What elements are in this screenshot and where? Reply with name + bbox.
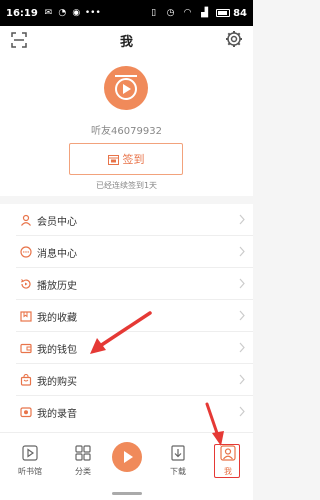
battery-level: 84 [233,7,247,19]
signin-streak: 已经连续签到1天 [95,181,158,190]
tab-categories[interactable]: 分类 [58,433,108,489]
vip-icon [21,214,31,226]
purchase-icon [20,374,32,386]
menu-item-vip[interactable]: 会员中心 [0,204,253,236]
chevron-right-icon [239,310,245,321]
menu-item-label: 我的购买 [37,376,77,388]
tab-label: 分类 [75,467,91,476]
chevron-right-icon [239,214,245,225]
menu-list: 会员中心 消息中心 播放历史 我的收藏 我的钱包 我的购买 我的录音 [0,204,253,432]
play-button[interactable] [112,442,142,472]
favorite-icon [20,311,32,322]
home-indicator[interactable] [112,492,142,495]
vibrate-icon: ▯ [151,7,157,18]
signal-icon: ▟ [201,7,209,18]
menu-item-label: 播放历史 [37,280,77,292]
avatar[interactable] [104,66,148,110]
signin-label: 签到 [122,153,145,166]
menu-item-label: 会员中心 [37,216,77,228]
menu-item-label: 我的收藏 [37,312,77,324]
tab-me[interactable]: 我 [203,433,253,489]
tab-library[interactable]: 听书馆 [5,433,55,489]
chevron-right-icon [239,246,245,257]
tab-downloads[interactable]: 下载 [153,433,203,489]
play-icon [124,451,133,463]
tab-label: 我 [224,467,232,476]
chevron-right-icon [239,406,245,417]
chevron-right-icon [239,342,245,353]
battery-icon [216,9,231,17]
wallet-icon [20,343,32,354]
signin-button[interactable]: 签到 [69,143,183,175]
status-bar: 16:19 ✉ ◔ ◉ ••• ▯ ◷ ◠ ▟ 84 [0,0,253,26]
recording-icon [20,407,32,418]
menu-item-label: 消息中心 [37,248,77,260]
app-icon: ◔ [58,7,67,18]
grid-icon [75,445,91,461]
calendar-icon [107,154,119,165]
chevron-right-icon [239,278,245,289]
scan-icon[interactable] [10,31,28,49]
menu-item-messages[interactable]: 消息中心 [0,236,253,268]
menu-item-favorites[interactable]: 我的收藏 [0,300,253,332]
wifi-icon: ◠ [183,7,192,18]
baidu-icon: ◉ [72,7,81,18]
app-logo-icon [115,75,137,100]
menu-item-history[interactable]: 播放历史 [0,268,253,300]
menu-item-wallet[interactable]: 我的钱包 [0,332,253,364]
history-icon [20,279,31,289]
more-icon: ••• [84,7,101,18]
notification-icon: ✉ [44,7,53,18]
tab-label: 听书馆 [18,467,42,476]
person-icon [220,445,236,461]
status-time: 16:19 [6,7,38,19]
message-icon [20,246,32,258]
menu-item-recordings[interactable]: 我的录音 [0,396,253,428]
download-icon [171,445,185,461]
tab-label: 下载 [170,467,186,476]
top-bar: 我 [0,26,253,54]
library-icon [22,445,38,461]
chevron-right-icon [239,374,245,385]
menu-item-label: 我的钱包 [37,344,77,356]
menu-item-purchases[interactable]: 我的购买 [0,364,253,396]
profile-section: 听友46079932 签到 已经连续签到1天 [0,54,253,196]
page-title: 我 [119,34,133,50]
username: 听友46079932 [91,126,162,137]
menu-item-label: 我的录音 [37,408,77,420]
alarm-icon: ◷ [166,7,175,18]
settings-icon[interactable] [225,30,243,48]
